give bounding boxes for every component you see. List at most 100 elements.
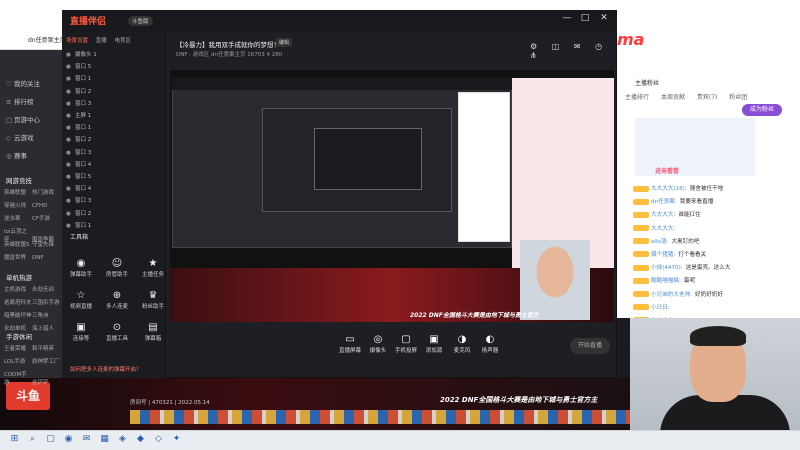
visibility-icon[interactable]: ● xyxy=(66,64,75,70)
chat-user[interactable]: 小兄弟的大老帅: xyxy=(651,292,692,298)
maximize-icon[interactable]: □ xyxy=(578,13,592,27)
game-link[interactable]: CFHD xyxy=(32,203,60,209)
fan-label[interactable]: 主播粉丝 xyxy=(635,78,659,87)
scene-item[interactable]: ● 窗口 5 xyxy=(66,62,162,74)
game-link[interactable]: 逃离塔科夫 xyxy=(4,298,32,306)
control-button[interactable]: ▭ 直播屏幕 xyxy=(336,334,364,354)
game-link[interactable]: 和平精英 xyxy=(32,344,60,352)
game-link[interactable]: 三国杀手游 xyxy=(32,298,60,306)
game-link[interactable]: 英雄联盟 xyxy=(4,188,32,196)
sidebar-item[interactable]: □ 页游中心 xyxy=(6,114,60,128)
taskbar-app-icon[interactable]: ◉ xyxy=(62,433,75,446)
visibility-icon[interactable]: ● xyxy=(66,125,75,131)
visibility-icon[interactable]: ● xyxy=(66,150,75,156)
scene-item[interactable]: ● 窗口 2 xyxy=(66,209,162,221)
visibility-icon[interactable]: ● xyxy=(66,101,75,107)
tool-button[interactable]: ♛ 粉丝助手 xyxy=(138,290,168,316)
chat-user[interactable]: 大大大大: xyxy=(651,226,675,232)
control-button[interactable]: ◎ 摄像头 xyxy=(364,334,392,354)
tool-button[interactable]: ⊕ 多人连麦 xyxy=(102,290,132,316)
scene-item[interactable]: ● 窗口 4 xyxy=(66,160,162,172)
game-link[interactable]: LOL手游 xyxy=(4,357,32,365)
game-link[interactable]: 英雄联盟S xyxy=(4,240,32,248)
sidebar-item[interactable]: ◇ 云游戏 xyxy=(6,132,60,146)
game-link[interactable]: 王者荣耀 xyxy=(4,344,32,352)
tool-button[interactable]: ◉ 弹幕助手 xyxy=(66,258,96,284)
close-icon[interactable]: ✕ xyxy=(597,13,611,27)
tab-vip[interactable]: 贵宾(7) xyxy=(697,94,718,101)
tool-button[interactable]: ☺ 房管助手 xyxy=(102,258,132,284)
start-live-button[interactable]: 开始直播 xyxy=(570,338,610,354)
scene-item[interactable]: ● 窗口 1 xyxy=(66,74,162,86)
scene-item[interactable]: ● 窗口 1 xyxy=(66,221,162,233)
edit-title-button[interactable]: 编辑 xyxy=(276,38,293,47)
game-link[interactable]: CODM手游 xyxy=(4,370,32,386)
game-link[interactable]: DNF xyxy=(32,255,60,261)
chat-user[interactable]: 小日日: xyxy=(651,305,670,311)
taskbar-app-icon[interactable]: ◇ xyxy=(152,433,165,446)
sidebar-item[interactable]: ≡ 排行榜 xyxy=(6,96,60,110)
game-link[interactable]: 魔兽世界 xyxy=(4,253,32,261)
taskbar-app-icon[interactable]: ◈ xyxy=(116,433,129,446)
chat-user[interactable]: 小侠(4470): xyxy=(651,265,683,271)
top-action-icons[interactable]: ⚙ ◫ ✉ ◷ ⋔ xyxy=(530,42,610,60)
visibility-icon[interactable]: ● xyxy=(66,137,75,143)
taskbar-app-icon[interactable]: ✉ xyxy=(80,433,93,446)
game-link[interactable]: 永劫无间 xyxy=(32,285,60,293)
chat-user[interactable]: 爆个猪猪: xyxy=(651,252,675,258)
visibility-icon[interactable]: ● xyxy=(66,52,75,58)
tab-week[interactable]: 本周贡献 xyxy=(661,94,685,101)
taskbar-app-icon[interactable]: ◆ xyxy=(134,433,147,446)
sidebar-item[interactable]: ♡ 我的关注 xyxy=(6,78,60,92)
control-button[interactable]: ◐ 扬声器 xyxy=(476,334,504,354)
scene-item[interactable]: ● 窗口 2 xyxy=(66,135,162,147)
game-link[interactable]: 穿越火线 xyxy=(4,201,32,209)
scene-item[interactable]: ● 窗口 1 xyxy=(66,123,162,135)
game-link[interactable]: 三角洲 xyxy=(32,311,60,319)
game-link[interactable]: 原神梦工厂 xyxy=(32,357,60,365)
tool-button[interactable]: ★ 主播任务 xyxy=(138,258,168,284)
scene-item[interactable]: ● 主屏 1 xyxy=(66,111,162,123)
scene-item[interactable]: ● 窗口 2 xyxy=(66,87,162,99)
tool-button[interactable]: ⊙ 直播工具 xyxy=(102,322,132,348)
game-link[interactable]: 金铲铲 xyxy=(32,378,60,386)
game-link[interactable]: 热门游戏 xyxy=(32,188,60,196)
visibility-icon[interactable]: ● xyxy=(66,76,75,82)
visibility-icon[interactable]: ● xyxy=(66,198,75,204)
scene-item[interactable]: ● 摄像头 1 xyxy=(66,50,162,62)
tab-esports[interactable]: 电竞区 xyxy=(115,38,132,44)
visibility-icon[interactable]: ● xyxy=(66,113,75,119)
tab-rank[interactable]: 主播排行 xyxy=(625,94,649,101)
tool-button[interactable]: ▤ 弹幕箱 xyxy=(138,322,168,348)
tool-button[interactable]: ☆ 视频直播 xyxy=(66,290,96,316)
visibility-icon[interactable]: ● xyxy=(66,211,75,217)
game-link[interactable]: 逆水寒 xyxy=(4,214,32,222)
taskbar-app-icon[interactable]: ⌕ xyxy=(26,433,39,446)
scene-item[interactable]: ● 窗口 5 xyxy=(66,172,162,184)
scene-item[interactable]: ● 窗口 3 xyxy=(66,148,162,160)
control-button[interactable]: ▣ 添加源 xyxy=(420,334,448,354)
chat-user[interactable]: 大大大大(18): xyxy=(651,186,687,192)
tab-live[interactable]: 直播 xyxy=(96,38,107,44)
tip-link[interactable]: 如何把多人连麦的弹幕开启？ xyxy=(70,365,142,373)
taskbar-app-icon[interactable]: ✦ xyxy=(170,433,183,446)
tab-scene[interactable]: 场景设置 xyxy=(66,38,88,44)
gift-bar[interactable] xyxy=(130,410,630,424)
taskbar-app-icon[interactable]: ▦ xyxy=(98,433,111,446)
game-link[interactable]: 守望先锋 xyxy=(32,240,60,248)
control-button[interactable]: ▢ 手机投屏 xyxy=(392,334,420,354)
visibility-icon[interactable]: ● xyxy=(66,186,75,192)
minimize-icon[interactable]: — xyxy=(560,13,574,27)
taskbar-app-icon[interactable]: ▢ xyxy=(44,433,57,446)
scene-item[interactable]: ● 窗口 3 xyxy=(66,99,162,111)
visibility-icon[interactable]: ● xyxy=(66,89,75,95)
chat-user[interactable]: allo落: xyxy=(651,239,668,245)
chat-user[interactable]: 酷酷喵喵猫: xyxy=(651,278,681,284)
promo-banner[interactable] xyxy=(635,118,755,176)
game-link[interactable]: 主机游戏 xyxy=(4,285,32,293)
scene-item[interactable]: ● 窗口 4 xyxy=(66,184,162,196)
visibility-icon[interactable]: ● xyxy=(66,162,75,168)
visibility-icon[interactable]: ● xyxy=(66,174,75,180)
scene-item[interactable]: ● 窗口 3 xyxy=(66,196,162,208)
game-link[interactable]: CF手游 xyxy=(32,214,60,222)
